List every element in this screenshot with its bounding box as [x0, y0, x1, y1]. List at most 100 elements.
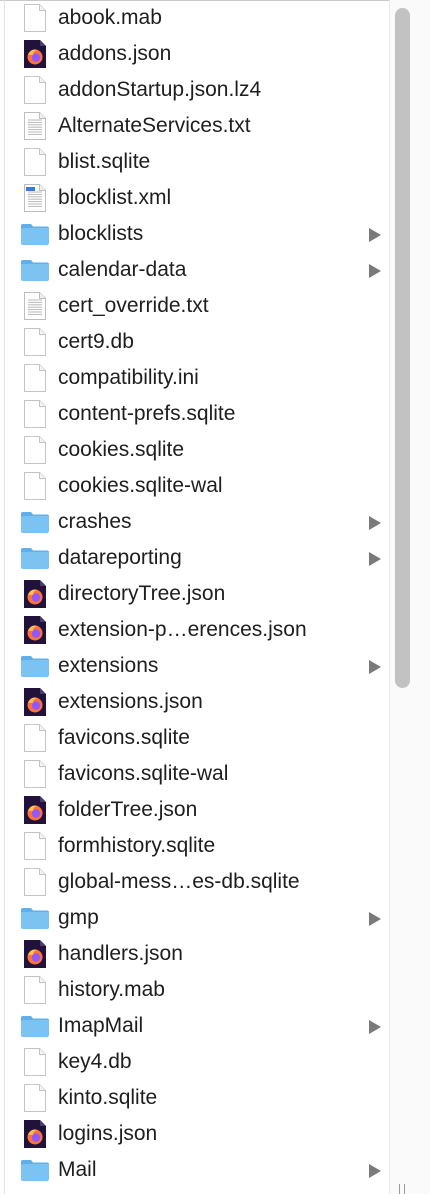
folder-row[interactable]: gmp — [0, 900, 386, 936]
file-name: addonStartup.json.lz4 — [58, 78, 262, 101]
chevron-right-icon[interactable] — [369, 516, 381, 530]
chevron-right-icon[interactable] — [369, 660, 381, 674]
blank-file-icon — [20, 3, 50, 33]
file-name: Mail — [58, 1158, 97, 1181]
file-row[interactable]: directoryTree.json — [0, 576, 386, 612]
blank-file-icon — [20, 723, 50, 753]
file-name: extensions — [58, 654, 159, 677]
file-name: favicons.sqlite-wal — [58, 762, 229, 785]
blank-file-icon — [20, 867, 50, 897]
file-name: cert9.db — [58, 330, 134, 353]
file-name: extensions.json — [58, 690, 203, 713]
firefox-file-icon — [20, 1119, 50, 1149]
file-row[interactable]: handlers.json — [0, 936, 386, 972]
file-row[interactable]: cookies.sqlite-wal — [0, 468, 386, 504]
file-row[interactable]: global-mess…es-db.sqlite — [0, 864, 386, 900]
folder-row[interactable]: ImapMail — [0, 1008, 386, 1044]
folder-icon — [20, 1011, 50, 1041]
folder-row[interactable]: crashes — [0, 504, 386, 540]
xml-file-icon — [20, 183, 50, 213]
file-row[interactable]: logins.json — [0, 1116, 386, 1152]
file-name: datareporting — [58, 546, 182, 569]
folder-icon — [20, 903, 50, 933]
firefox-file-icon — [20, 615, 50, 645]
file-row[interactable]: cookies.sqlite — [0, 432, 386, 468]
file-name: history.mab — [58, 978, 165, 1001]
blank-file-icon — [20, 399, 50, 429]
blank-file-icon — [20, 975, 50, 1005]
file-row[interactable]: key4.db — [0, 1044, 386, 1080]
file-name: gmp — [58, 906, 99, 929]
finder-column: abook.mab addons.json addonStartup.json.lz… — [0, 0, 430, 1194]
file-row[interactable]: kinto.sqlite — [0, 1080, 386, 1116]
firefox-file-icon — [20, 795, 50, 825]
file-row[interactable]: blocklist.xml — [0, 180, 386, 216]
folder-row[interactable]: calendar-data — [0, 252, 386, 288]
text-file-icon — [20, 291, 50, 321]
blank-file-icon — [20, 363, 50, 393]
file-name: favicons.sqlite — [58, 726, 190, 749]
file-list: abook.mab addons.json addonStartup.json.lz… — [0, 0, 386, 1188]
file-row[interactable]: folderTree.json — [0, 792, 386, 828]
file-row[interactable]: content-prefs.sqlite — [0, 396, 386, 432]
chevron-right-icon[interactable] — [369, 552, 381, 566]
file-name: crashes — [58, 510, 132, 533]
file-name: global-mess…es-db.sqlite — [58, 870, 300, 893]
chevron-right-icon[interactable] — [369, 264, 381, 278]
file-row[interactable]: blist.sqlite — [0, 144, 386, 180]
folder-row[interactable]: blocklists — [0, 216, 386, 252]
file-name: directoryTree.json — [58, 582, 226, 605]
file-name: extension-p…erences.json — [58, 618, 307, 641]
file-name: cookies.sqlite-wal — [58, 474, 223, 497]
file-name: logins.json — [58, 1122, 158, 1145]
blank-file-icon — [20, 759, 50, 789]
file-row[interactable]: abook.mab — [0, 0, 386, 36]
chevron-right-icon[interactable] — [369, 1020, 381, 1034]
file-name: folderTree.json — [58, 798, 198, 821]
file-row[interactable]: favicons.sqlite — [0, 720, 386, 756]
blank-file-icon — [20, 147, 50, 177]
file-row[interactable]: cert9.db — [0, 324, 386, 360]
file-name: AlternateServices.txt — [58, 114, 251, 137]
file-name: key4.db — [58, 1050, 132, 1073]
file-row[interactable]: extensions.json — [0, 684, 386, 720]
file-name: calendar-data — [58, 258, 187, 281]
folder-row[interactable]: Mail — [0, 1152, 386, 1188]
blank-file-icon — [20, 1083, 50, 1113]
chevron-right-icon[interactable] — [369, 1164, 381, 1178]
text-file-icon — [20, 111, 50, 141]
folder-icon — [20, 651, 50, 681]
file-row[interactable]: favicons.sqlite-wal — [0, 756, 386, 792]
file-name: handlers.json — [58, 942, 183, 965]
file-name: ImapMail — [58, 1014, 144, 1037]
file-name: cert_override.txt — [58, 294, 209, 317]
blank-file-icon — [20, 75, 50, 105]
folder-icon — [20, 219, 50, 249]
firefox-file-icon — [20, 687, 50, 717]
blank-file-icon — [20, 471, 50, 501]
folder-row[interactable]: extensions — [0, 648, 386, 684]
scrollbar-thumb[interactable] — [395, 8, 410, 688]
chevron-right-icon[interactable] — [369, 912, 381, 926]
file-row[interactable]: cert_override.txt — [0, 288, 386, 324]
file-row[interactable]: extension-p…erences.json — [0, 612, 386, 648]
column-resize-handle[interactable] — [395, 1182, 409, 1194]
firefox-file-icon — [20, 579, 50, 609]
file-name: content-prefs.sqlite — [58, 402, 236, 425]
file-name: compatibility.ini — [58, 366, 199, 389]
folder-row[interactable]: datareporting — [0, 540, 386, 576]
folder-icon — [20, 1155, 50, 1185]
file-name: blocklists — [58, 222, 144, 245]
file-row[interactable]: AlternateServices.txt — [0, 108, 386, 144]
file-row[interactable]: compatibility.ini — [0, 360, 386, 396]
file-row[interactable]: addonStartup.json.lz4 — [0, 72, 386, 108]
file-row[interactable]: addons.json — [0, 36, 386, 72]
file-row[interactable]: history.mab — [0, 972, 386, 1008]
file-row[interactable]: formhistory.sqlite — [0, 828, 386, 864]
firefox-file-icon — [20, 39, 50, 69]
file-name: addons.json — [58, 42, 172, 65]
blank-file-icon — [20, 831, 50, 861]
blank-file-icon — [20, 327, 50, 357]
chevron-right-icon[interactable] — [369, 228, 381, 242]
file-name: blist.sqlite — [58, 150, 151, 173]
